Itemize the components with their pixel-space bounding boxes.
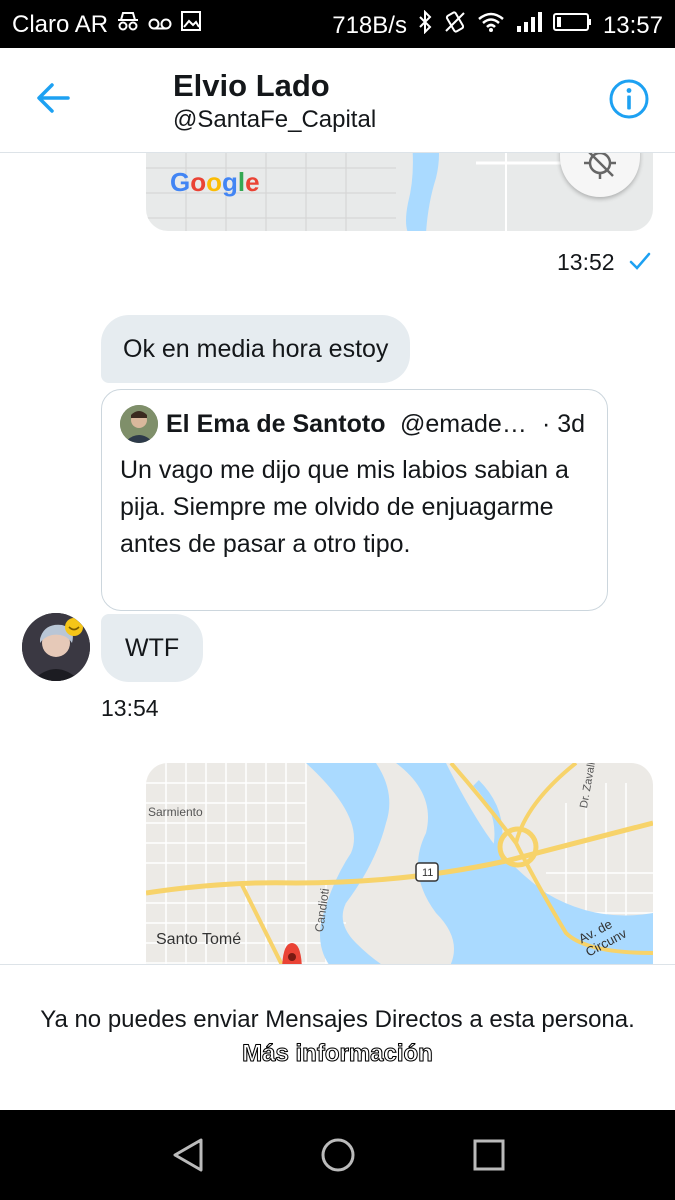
square-recents-icon bbox=[473, 1139, 505, 1171]
vibrate-icon bbox=[443, 10, 467, 41]
tweet-author-name: El Ema de Santoto bbox=[166, 410, 386, 438]
message-timestamp: 13:52 bbox=[557, 249, 615, 275]
route-shield: 11 bbox=[422, 867, 434, 879]
signal-icon bbox=[515, 11, 543, 40]
carrier-label: Claro AR bbox=[12, 10, 109, 38]
network-speed: 718B/s bbox=[332, 11, 407, 39]
system-navigation-bar bbox=[0, 1110, 675, 1200]
quoted-tweet-card[interactable]: El Ema de Santoto @emade… · 3d Un vago m… bbox=[101, 389, 608, 611]
tweet-text: Un vago me dijo que mis labios sabian a … bbox=[120, 456, 569, 558]
conversation-header: Elvio Lado @SantaFe_Capital bbox=[0, 48, 675, 153]
triangle-back-icon bbox=[173, 1138, 203, 1172]
sent-check-icon bbox=[628, 251, 652, 276]
gps-off-button[interactable] bbox=[560, 153, 640, 197]
voicemail-icon bbox=[148, 11, 172, 39]
map-label: Santo Tomé bbox=[156, 931, 242, 948]
message-timestamp: 13:54 bbox=[101, 695, 159, 721]
sender-avatar[interactable] bbox=[22, 613, 90, 681]
clock: 13:57 bbox=[602, 11, 663, 39]
info-button[interactable] bbox=[608, 78, 650, 120]
contact-handle: @SantaFe_Capital bbox=[173, 106, 377, 133]
status-bar: Claro AR 718B/s 13:57 bbox=[0, 0, 675, 48]
gps-off-icon bbox=[584, 153, 616, 179]
shared-location-map[interactable]: Sarmiento 11 Santo Tomé Candioti Dr. Zav… bbox=[146, 763, 653, 964]
battery-icon bbox=[552, 11, 593, 40]
shared-location-map[interactable]: Google bbox=[146, 153, 653, 231]
arrow-left-icon bbox=[37, 83, 70, 113]
info-icon bbox=[609, 79, 649, 119]
tweet-author-avatar bbox=[120, 405, 158, 443]
message-list[interactable]: Google 13:52 Ok en media hora estoy El E… bbox=[0, 153, 675, 964]
nav-home-button[interactable] bbox=[319, 1136, 357, 1179]
image-icon bbox=[180, 10, 202, 39]
dm-disabled-notice: Ya no puedes enviar Mensajes Directos a … bbox=[0, 964, 675, 1111]
circle-home-icon bbox=[321, 1138, 355, 1172]
tweet-author-handle: @emade… bbox=[400, 410, 527, 438]
nav-back-button[interactable] bbox=[170, 1136, 208, 1179]
notice-text: Ya no puedes enviar Mensajes Directos a … bbox=[40, 1006, 635, 1033]
tweet-age: · 3d bbox=[542, 410, 586, 438]
contact-name[interactable]: Elvio Lado bbox=[173, 68, 330, 104]
more-info-link[interactable]: Más información bbox=[242, 1040, 434, 1068]
google-logo: Google bbox=[170, 167, 260, 197]
bluetooth-icon bbox=[417, 9, 433, 41]
received-message-bubble[interactable]: WTF bbox=[101, 614, 204, 682]
wifi-icon bbox=[477, 11, 505, 40]
received-message-bubble[interactable]: Ok en media hora estoy bbox=[101, 315, 411, 383]
nav-recents-button[interactable] bbox=[470, 1136, 508, 1179]
back-button[interactable] bbox=[34, 78, 74, 118]
incognito-icon bbox=[116, 10, 140, 39]
map-label: Sarmiento bbox=[148, 805, 203, 819]
